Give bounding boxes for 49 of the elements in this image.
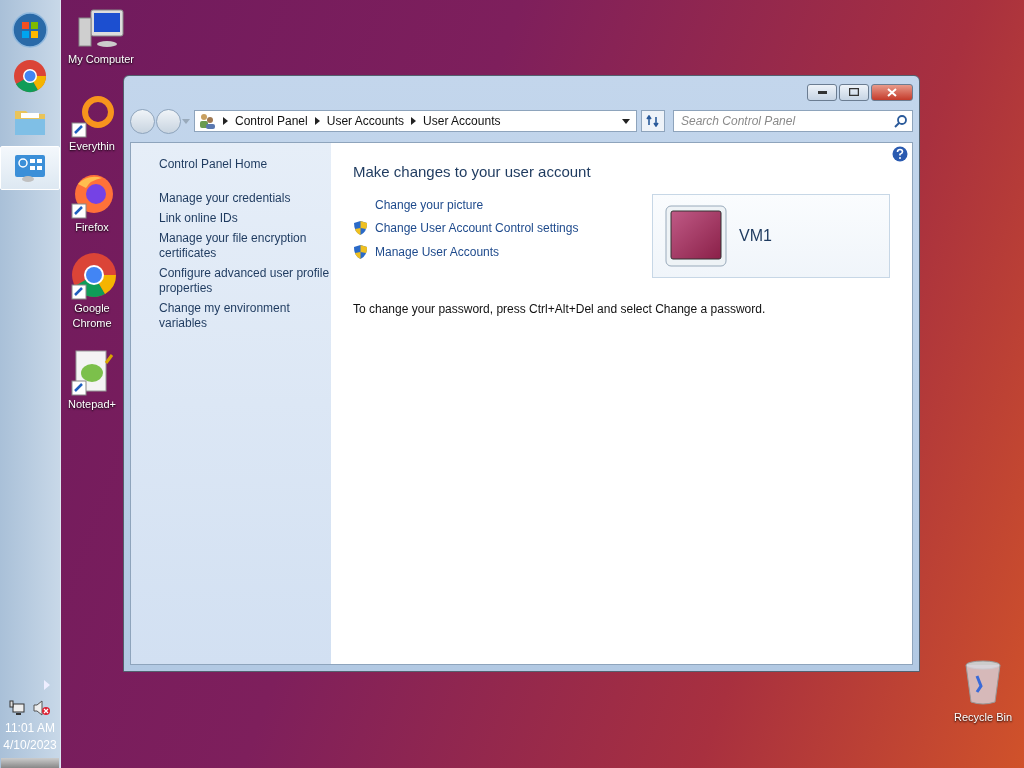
breadcrumb-item[interactable]: User Accounts xyxy=(423,114,501,128)
desktop-icon-label[interactable]: My Computer xyxy=(68,52,134,67)
chrome-icon xyxy=(13,59,47,93)
firefox-shortcut-icon[interactable] xyxy=(68,172,116,220)
recycle-bin-icon[interactable] xyxy=(963,660,1003,706)
refresh-icon xyxy=(646,115,660,127)
search-icon[interactable] xyxy=(894,115,907,128)
search-field[interactable]: Search Control Panel xyxy=(673,110,913,132)
chrome-shortcut-icon[interactable] xyxy=(68,253,116,301)
address-bar[interactable]: Control Panel User Accounts User Accounts xyxy=(194,110,637,132)
sidebar-link[interactable]: Manage your file encryption certificates xyxy=(159,231,331,261)
maximize-button[interactable] xyxy=(839,83,869,101)
task-link[interactable]: Change your picture xyxy=(375,198,484,212)
close-icon xyxy=(887,87,897,97)
minimize-button[interactable] xyxy=(807,83,837,101)
help-icon[interactable] xyxy=(892,146,908,162)
network-icon[interactable] xyxy=(9,700,25,716)
taskbar-button[interactable] xyxy=(0,146,60,190)
start-orb-icon xyxy=(11,11,49,49)
task-link[interactable]: Change User Account Control settings xyxy=(375,221,579,235)
desktop-icon-label[interactable]: Firefox xyxy=(75,220,109,235)
magnifier-shortcut-icon[interactable] xyxy=(68,95,116,139)
muted-speaker-icon[interactable] xyxy=(33,700,51,716)
password-note: To change your password, press Ctrl+Alt+Del and select Change a password. xyxy=(353,302,767,316)
breadcrumb-arrow-icon[interactable] xyxy=(314,117,320,125)
maximize-icon xyxy=(849,88,859,96)
breadcrumb-arrow-icon[interactable] xyxy=(411,117,417,125)
users-icon xyxy=(198,113,216,129)
sidebar-link[interactable]: Manage your credentials xyxy=(159,191,331,206)
close-button[interactable] xyxy=(871,83,913,101)
refresh-button[interactable] xyxy=(641,110,665,132)
dropdown-arrow-icon[interactable] xyxy=(622,118,630,124)
account-name: VM1 xyxy=(739,227,772,245)
control-panel-icon xyxy=(14,153,46,183)
breadcrumb-item[interactable]: User Accounts xyxy=(326,114,405,128)
desktop-icon-label[interactable]: Notepad+ xyxy=(68,397,116,412)
page-heading: Make changes to your user account xyxy=(353,163,592,180)
sidebar-link[interactable]: Change my environment variables xyxy=(159,301,331,331)
breadcrumb-arrow-icon[interactable] xyxy=(223,117,228,125)
desktop-icon-label[interactable]: Google Chrome xyxy=(62,301,122,331)
desktop-icon-label[interactable]: Everythin xyxy=(69,139,115,154)
desktop-icon-label[interactable]: Recycle Bin xyxy=(953,710,1013,725)
task-link[interactable]: Manage User Accounts xyxy=(375,245,500,259)
minimize-icon xyxy=(817,90,827,94)
notepad-shortcut-icon[interactable] xyxy=(68,349,116,397)
sidebar-link[interactable]: Control Panel Home xyxy=(159,157,331,172)
sidebar-link[interactable]: Configure advanced user profile properties xyxy=(159,266,331,296)
breadcrumb-item[interactable]: Control Panel xyxy=(235,114,308,128)
sidebar-link[interactable]: Link online IDs xyxy=(159,211,331,226)
